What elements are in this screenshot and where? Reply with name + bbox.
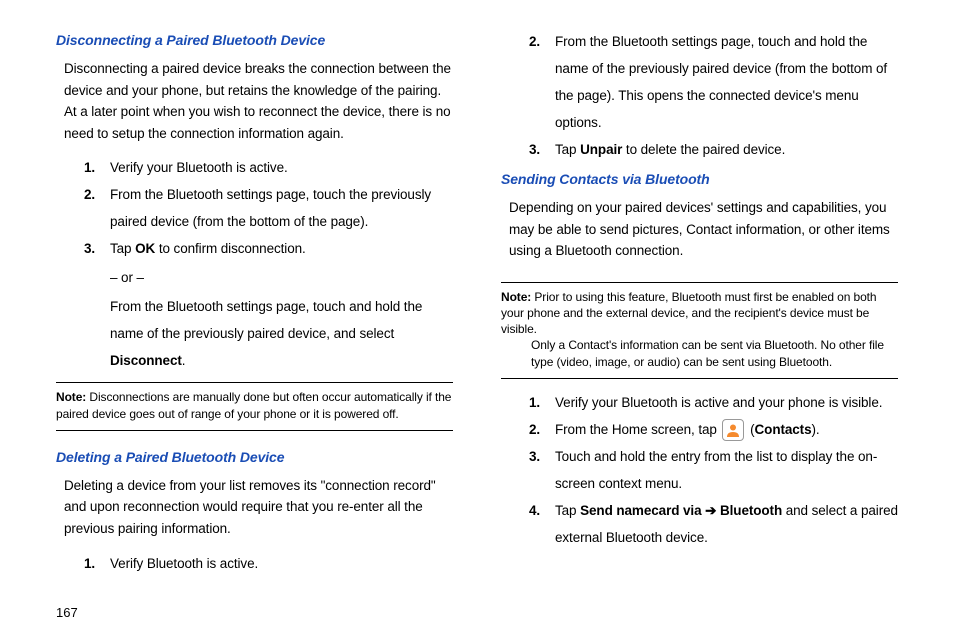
step-item: Verify Bluetooth is active.	[84, 550, 453, 577]
steps-deleting-part2: From the Bluetooth settings page, touch …	[529, 28, 898, 163]
step-text: Verify your Bluetooth is active.	[110, 160, 288, 175]
step-text: Tap	[555, 142, 580, 157]
steps-disconnecting: Verify your Bluetooth is active. From th…	[84, 154, 453, 374]
arrow-icon: ➔	[701, 503, 720, 518]
step-text: From the Bluetooth settings page, touch …	[555, 34, 887, 130]
step-item: Tap OK to confirm disconnection. – or – …	[84, 235, 453, 374]
note-text: Disconnections are manually done but oft…	[56, 390, 451, 420]
step-text: From the Bluetooth settings page, touch …	[110, 293, 453, 374]
note-rule-top	[56, 382, 453, 383]
step-text: ).	[812, 422, 820, 437]
left-column: Disconnecting a Paired Bluetooth Device …	[56, 32, 453, 592]
step-text: to delete the paired device.	[622, 142, 785, 157]
period: .	[182, 353, 186, 368]
note-label: Note:	[501, 290, 531, 304]
contacts-label: Contacts	[755, 422, 812, 437]
heading-disconnecting: Disconnecting a Paired Bluetooth Device	[56, 32, 453, 48]
step-text: From the Home screen, tap	[555, 422, 720, 437]
note-disconnections: Note: Disconnections are manually done b…	[56, 389, 453, 421]
step-text: Tap	[555, 503, 580, 518]
step-text: Touch and hold the entry from the list t…	[555, 449, 877, 491]
disconnect-label: Disconnect	[110, 353, 182, 368]
step-text: Verify your Bluetooth is active and your…	[555, 395, 882, 410]
bluetooth-label: Bluetooth	[720, 503, 782, 518]
step-item: Touch and hold the entry from the list t…	[529, 443, 898, 497]
contacts-icon	[722, 419, 744, 441]
intro-sending: Depending on your paired devices' settin…	[509, 197, 898, 262]
note-text-2: Only a Contact's information can be sent…	[531, 337, 898, 369]
step-item: From the Home screen, tap (Contacts).	[529, 416, 898, 443]
intro-deleting: Deleting a device from your list removes…	[64, 475, 453, 540]
page-number: 167	[56, 605, 78, 620]
note-label: Note:	[56, 390, 86, 404]
step-text: Tap	[110, 241, 135, 256]
note-text: Prior to using this feature, Bluetooth m…	[501, 290, 876, 336]
send-namecard-label: Send namecard via	[580, 503, 701, 518]
step-item: Tap Send namecard via ➔ Bluetooth and se…	[529, 497, 898, 551]
note2-rule-top	[501, 282, 898, 283]
step-text: to confirm disconnection.	[155, 241, 305, 256]
step-item: Tap Unpair to delete the paired device.	[529, 136, 898, 163]
heading-deleting: Deleting a Paired Bluetooth Device	[56, 449, 453, 465]
step-sub-text: From the Bluetooth settings page, touch …	[110, 299, 422, 341]
page-columns: Disconnecting a Paired Bluetooth Device …	[56, 32, 898, 592]
step-text: From the Bluetooth settings page, touch …	[110, 187, 431, 229]
ok-label: OK	[135, 241, 155, 256]
step-item: From the Bluetooth settings page, touch …	[529, 28, 898, 136]
right-column: From the Bluetooth settings page, touch …	[501, 32, 898, 592]
steps-sending: Verify your Bluetooth is active and your…	[529, 389, 898, 551]
note-rule-bottom	[56, 430, 453, 431]
step-item: Verify your Bluetooth is active and your…	[529, 389, 898, 416]
heading-sending: Sending Contacts via Bluetooth	[501, 171, 898, 187]
unpair-label: Unpair	[580, 142, 622, 157]
step-item: From the Bluetooth settings page, touch …	[84, 181, 453, 235]
steps-deleting-part1: Verify Bluetooth is active.	[84, 550, 453, 577]
note2-rule-bottom	[501, 378, 898, 379]
step-text: Verify Bluetooth is active.	[110, 556, 258, 571]
note-prior: Note: Prior to using this feature, Bluet…	[501, 289, 898, 370]
intro-disconnecting: Disconnecting a paired device breaks the…	[64, 58, 453, 144]
step-item: Verify your Bluetooth is active.	[84, 154, 453, 181]
or-divider: – or –	[110, 264, 453, 291]
